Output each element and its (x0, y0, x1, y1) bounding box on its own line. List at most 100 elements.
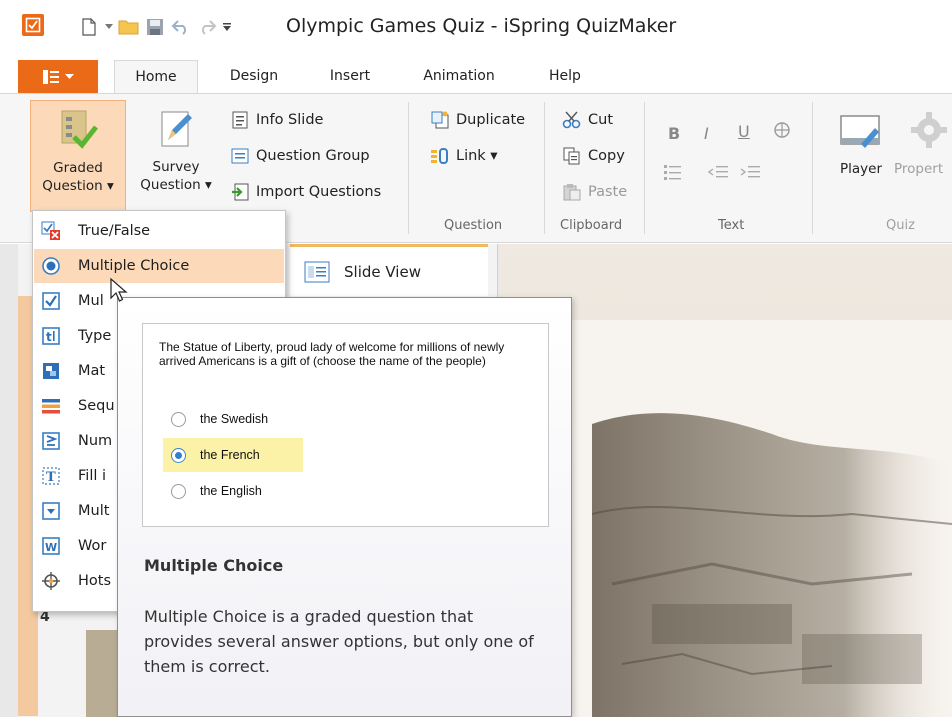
group-separator (544, 102, 545, 234)
paste-button[interactable]: Paste (562, 178, 627, 206)
radio-button-icon (171, 411, 186, 427)
menu-item-label: Type (78, 328, 112, 344)
paste-label: Paste (588, 184, 628, 200)
question-group-button[interactable]: Question Group (230, 142, 370, 170)
survey-question-label-2: Question ▾ (140, 177, 212, 193)
true-false-icon (40, 220, 62, 242)
increase-indent-icon[interactable] (740, 164, 760, 184)
tab-design[interactable]: Design (212, 60, 296, 94)
menu-item-multiple-choice[interactable]: Multiple Choice (34, 249, 284, 283)
menu-item-label: True/False (78, 223, 151, 239)
tab-home[interactable]: Home (114, 60, 198, 94)
question-group-icon (230, 146, 250, 166)
ribbon-tab-bar: Home Design Insert Animation Help (0, 56, 952, 94)
question-preview: The Statue of Liberty, proud lady of wel… (142, 323, 549, 527)
radio-button-icon (171, 483, 186, 499)
menu-item-label: Mat (78, 363, 106, 379)
survey-question-label-1: Survey (152, 159, 200, 175)
sequence-icon (40, 395, 62, 417)
info-slide-icon (230, 110, 250, 130)
new-dropdown-arrow-icon[interactable] (104, 16, 114, 38)
save-icon[interactable] (144, 16, 166, 38)
bullet-list-icon[interactable] (664, 164, 682, 184)
cut-button[interactable]: Cut (562, 106, 613, 134)
copy-label: Copy (588, 148, 625, 164)
info-slide-label: Info Slide (256, 112, 324, 128)
paste-icon (562, 182, 582, 202)
app-logo-icon[interactable] (22, 14, 44, 36)
bold-button[interactable]: B (668, 124, 680, 143)
text-link-icon[interactable] (772, 120, 792, 144)
preview-option: the English (163, 474, 303, 508)
title-bar: Olympic Games Quiz - iSpring QuizMaker (0, 0, 952, 56)
menu-item-label: Hots (78, 573, 112, 589)
menu-icon (42, 70, 59, 84)
chevron-down-icon (64, 74, 74, 79)
quiz-group-caption: Quiz (886, 218, 915, 233)
slide-view-icon (304, 261, 330, 282)
new-file-icon[interactable] (78, 16, 100, 38)
hotspot-icon (40, 570, 62, 592)
copy-button[interactable]: Copy (562, 142, 625, 170)
duplicate-icon (430, 110, 450, 130)
olympia-engraving-image (592, 413, 952, 717)
import-questions-button[interactable]: Import Questions (230, 178, 381, 206)
quick-access-toolbar (78, 14, 232, 40)
group-separator (644, 102, 645, 234)
properties-label: Propert (894, 161, 944, 177)
multiple-choice-tooltip: The Statue of Liberty, proud lady of wel… (117, 297, 572, 717)
window-title: Olympic Games Quiz - iSpring QuizMaker (286, 15, 677, 37)
type-in-icon: t (40, 325, 62, 347)
menu-item-true-false[interactable]: True/False (34, 214, 284, 248)
tooltip-description: Multiple Choice is a graded question tha… (144, 607, 534, 676)
survey-question-button[interactable]: Survey Question ▾ (128, 100, 224, 212)
link-button[interactable]: Link ▾ (430, 142, 498, 170)
dropdown-icon (40, 500, 62, 522)
menu-item-label: Mult (78, 503, 110, 519)
properties-button[interactable]: Propert (894, 100, 952, 200)
graded-question-icon (54, 107, 102, 155)
link-icon (430, 146, 450, 166)
preview-option-label: the Swedish (200, 412, 269, 426)
gear-icon (905, 108, 952, 156)
preview-question-text: The Statue of Liberty, proud lady of wel… (159, 340, 505, 368)
underline-button[interactable]: U (738, 122, 750, 141)
player-button[interactable]: Player (830, 100, 892, 200)
svg-text:t: t (46, 330, 52, 344)
import-questions-label: Import Questions (256, 184, 382, 200)
duplicate-button[interactable]: Duplicate (430, 106, 525, 134)
mouse-cursor-icon (110, 278, 128, 302)
decrease-indent-icon[interactable] (707, 164, 728, 184)
file-menu-button[interactable] (18, 60, 98, 94)
italic-button[interactable]: I (704, 124, 709, 143)
graded-question-button[interactable]: Graded Question ▾ (30, 100, 126, 212)
preview-option-selected: the French (163, 438, 303, 472)
info-slide-button[interactable]: Info Slide (230, 106, 323, 134)
open-folder-icon[interactable] (118, 16, 140, 38)
group-separator (408, 102, 409, 234)
player-label: Player (839, 161, 882, 177)
slide-view-tab[interactable]: Slide View (290, 244, 488, 296)
fill-in-icon: T (40, 465, 62, 487)
redo-icon[interactable] (196, 16, 218, 38)
tooltip-title: Multiple Choice (144, 556, 284, 575)
copy-icon (562, 146, 582, 166)
graded-question-label-1: Graded (53, 160, 103, 176)
matching-icon (40, 360, 62, 382)
slide-view-label: Slide View (344, 262, 421, 281)
survey-question-icon (152, 106, 200, 154)
menu-item-label: Num (78, 433, 113, 449)
tab-animation[interactable]: Animation (400, 60, 518, 94)
undo-icon[interactable] (170, 16, 192, 38)
preview-option-label: the English (200, 484, 262, 498)
menu-item-label: Sequ (78, 398, 115, 414)
cut-label: Cut (588, 112, 613, 128)
numeric-icon (40, 430, 62, 452)
tab-help[interactable]: Help (526, 60, 604, 94)
customize-toolbar-icon[interactable] (222, 16, 232, 38)
scissors-icon (562, 110, 582, 130)
text-group-caption: Text (718, 218, 745, 233)
radio-button-selected-icon (171, 447, 186, 463)
word-bank-icon: W (40, 535, 62, 557)
tab-insert[interactable]: Insert (308, 60, 392, 94)
